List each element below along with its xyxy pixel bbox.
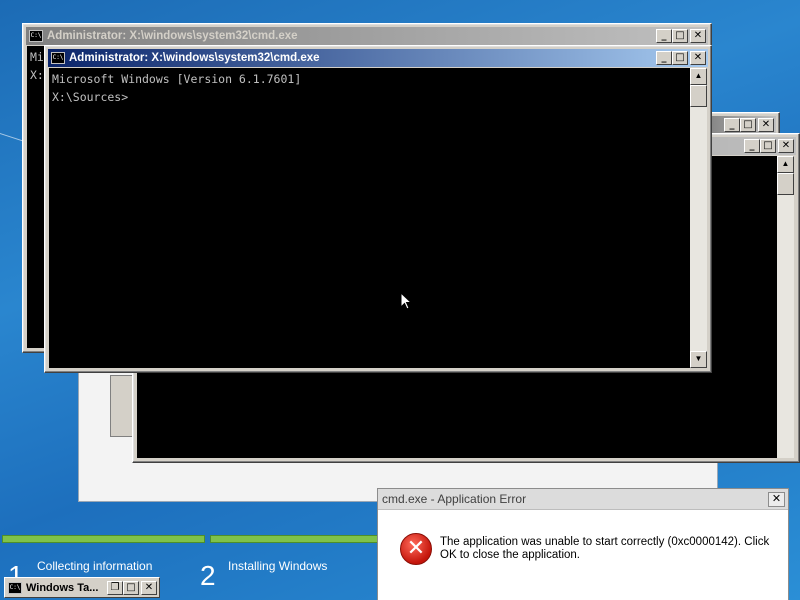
console-line: Microsoft Windows [Version 6.1.7601] bbox=[52, 72, 302, 86]
minimized-window-title: Windows Ta... bbox=[26, 581, 99, 594]
maximize-button[interactable]: □ bbox=[672, 29, 688, 43]
close-button[interactable]: ✕ bbox=[768, 491, 785, 507]
console-icon: C:\ bbox=[51, 52, 65, 64]
dialog-titlebar[interactable]: cmd.exe - Application Error ✕ bbox=[378, 489, 788, 510]
minimize-button[interactable]: _ bbox=[724, 118, 740, 132]
progress-segment-active bbox=[210, 535, 378, 543]
setup-inner-panel bbox=[110, 375, 134, 437]
maximize-button[interactable]: □ bbox=[740, 118, 756, 132]
dialog-title: cmd.exe - Application Error bbox=[382, 492, 527, 506]
minimize-button[interactable]: _ bbox=[656, 51, 672, 65]
error-message: The application was unable to start corr… bbox=[440, 536, 770, 561]
vertical-scrollbar[interactable]: ▲ bbox=[777, 156, 794, 458]
error-icon: ✕ bbox=[400, 533, 432, 565]
close-button[interactable]: ✕ bbox=[690, 29, 706, 43]
window-title: Administrator: X:\windows\system32\cmd.e… bbox=[69, 52, 320, 64]
application-error-dialog[interactable]: cmd.exe - Application Error ✕ ✕ The appl… bbox=[377, 488, 789, 600]
close-button[interactable]: ✕ bbox=[758, 118, 774, 132]
window-title: Administrator: X:\windows\system32\cmd.e… bbox=[47, 30, 298, 42]
close-button[interactable]: ✕ bbox=[141, 580, 157, 595]
scroll-down-button[interactable]: ▼ bbox=[690, 351, 707, 368]
scroll-thumb[interactable] bbox=[690, 85, 707, 107]
step-label: Collecting information bbox=[37, 559, 153, 573]
scroll-up-button[interactable]: ▲ bbox=[690, 68, 707, 85]
maximize-button[interactable]: □ bbox=[672, 51, 688, 65]
close-button[interactable]: ✕ bbox=[778, 139, 794, 153]
console-prompt: X:\Sources> bbox=[52, 90, 129, 104]
titlebar[interactable]: _ □ ✕ bbox=[704, 116, 776, 134]
step-number: 2 bbox=[200, 560, 216, 591]
progress-segment-complete bbox=[2, 535, 205, 543]
console-icon: C:\ bbox=[8, 581, 22, 594]
minimize-button[interactable]: _ bbox=[744, 139, 760, 153]
maximize-button[interactable]: □ bbox=[123, 580, 139, 595]
scroll-thumb[interactable] bbox=[777, 173, 794, 195]
minimize-button[interactable]: _ bbox=[656, 29, 672, 43]
titlebar[interactable]: C:\ Administrator: X:\windows\system32\c… bbox=[48, 49, 708, 67]
titlebar[interactable]: C:\ Administrator: X:\windows\system32\c… bbox=[26, 27, 708, 45]
maximize-button[interactable]: □ bbox=[760, 139, 776, 153]
vertical-scrollbar[interactable]: ▲ ▼ bbox=[690, 68, 707, 368]
step-label: Installing Windows bbox=[228, 559, 328, 573]
console-output[interactable]: Microsoft Windows [Version 6.1.7601] X:\S… bbox=[49, 68, 690, 368]
scroll-up-button[interactable]: ▲ bbox=[777, 156, 794, 173]
console-icon: C:\ bbox=[29, 30, 43, 42]
minimized-window[interactable]: C:\ Windows Ta... ❐ □ ✕ bbox=[4, 577, 160, 598]
mouse-cursor-icon bbox=[400, 292, 412, 310]
cmd-window-front[interactable]: C:\ Administrator: X:\windows\system32\c… bbox=[44, 45, 712, 373]
close-button[interactable]: ✕ bbox=[690, 51, 706, 65]
restore-button[interactable]: ❐ bbox=[107, 580, 123, 595]
